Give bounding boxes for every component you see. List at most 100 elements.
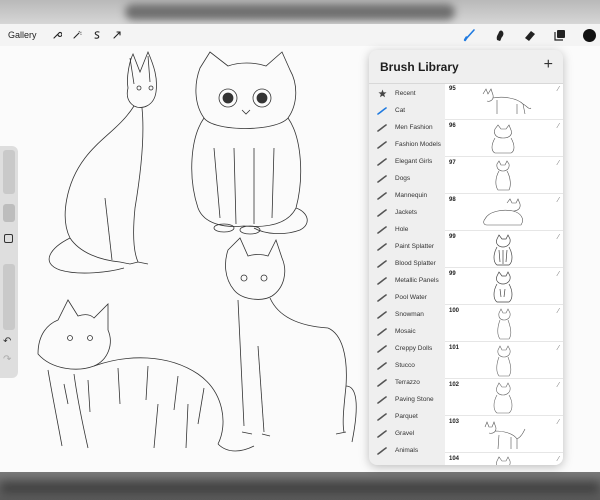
- cat-lying-thumb: [483, 198, 523, 226]
- brush-set-label: Animals: [395, 447, 419, 454]
- brush-icon[interactable]: [461, 26, 479, 44]
- brush-item[interactable]: 96 ⁄: [445, 121, 563, 157]
- opacity-slider[interactable]: [3, 264, 15, 330]
- brush-number: 96: [449, 123, 456, 129]
- undo-icon[interactable]: ↶: [3, 336, 11, 347]
- brush-stroke-icon: ⁄: [557, 308, 559, 315]
- brush-stroke-icon: [377, 140, 387, 150]
- brush-item[interactable]: 103 ⁄: [445, 417, 563, 453]
- brush-set-elegant-girls[interactable]: Elegant Girls: [369, 153, 445, 170]
- brush-stroke-icon: ⁄: [557, 86, 559, 93]
- brush-set-mosaic[interactable]: Mosaic: [369, 323, 445, 340]
- brush-number: 95: [449, 86, 456, 92]
- brush-set-label: Parquet: [395, 413, 418, 420]
- brush-set-jackets[interactable]: Jackets: [369, 204, 445, 221]
- brush-set-cat[interactable]: Cat: [369, 102, 445, 119]
- brush-stroke-icon: [377, 174, 387, 184]
- brush-set-label: Creppy Dolls: [395, 345, 433, 352]
- brush-stroke-icon: [377, 395, 387, 405]
- brush-set-label: Snowman: [395, 311, 424, 318]
- square-icon[interactable]: [4, 234, 13, 243]
- brush-set-label: Paint Splatter: [395, 243, 435, 250]
- brush-stroke-icon: [377, 157, 387, 167]
- brush-set-label: Blood Splatter: [395, 260, 436, 267]
- brush-stroke-icon: ⁄: [557, 345, 559, 352]
- panel-title: Brush Library: [380, 60, 459, 74]
- gallery-button[interactable]: Gallery: [8, 30, 37, 40]
- layers-icon[interactable]: [551, 26, 569, 44]
- brush-set-label: Metallic Panels: [395, 277, 439, 284]
- brush-stroke-icon: [377, 344, 387, 354]
- brush-item[interactable]: 101 ⁄: [445, 343, 563, 379]
- transform-arrow-icon[interactable]: [107, 26, 127, 44]
- brush-set-recent[interactable]: Recent: [369, 85, 445, 102]
- brush-set-label: Recent: [395, 90, 416, 97]
- brush-stroke-icon: ⁄: [557, 271, 559, 278]
- brush-set-gravel[interactable]: Gravel: [369, 425, 445, 442]
- brush-set-parquet[interactable]: Parquet: [369, 408, 445, 425]
- brush-stroke-icon: ⁄: [557, 234, 559, 241]
- brush-sets-list: Recent Cat Men Fashion Fashion Models El…: [369, 84, 445, 465]
- sketch-sitting-cat: [48, 50, 157, 274]
- brush-size-slider[interactable]: [3, 150, 15, 194]
- brush-item[interactable]: 98 ⁄: [445, 195, 563, 231]
- brush-set-terrazzo[interactable]: Terrazzo: [369, 374, 445, 391]
- eraser-icon[interactable]: [521, 26, 539, 44]
- brush-set-label: Fashion Models: [395, 141, 441, 148]
- color-picker-button[interactable]: [583, 28, 596, 42]
- brush-set-dogs[interactable]: Dogs: [369, 170, 445, 187]
- magic-wand-icon[interactable]: [67, 26, 87, 44]
- brush-set-blood-splatter[interactable]: Blood Splatter: [369, 255, 445, 272]
- brush-item[interactable]: 104 ⁄: [445, 454, 563, 465]
- cat-sitting-thumb: [491, 124, 515, 154]
- brush-stroke-icon: [377, 429, 387, 439]
- brush-item[interactable]: 102 ⁄: [445, 380, 563, 416]
- cat-sitting-thumb: [493, 382, 513, 414]
- brush-set-label: Jackets: [395, 209, 418, 216]
- brush-item[interactable]: 99 ⁄: [445, 232, 563, 268]
- brush-stroke-icon: [377, 242, 387, 252]
- brush-stroke-icon: ⁄: [557, 160, 559, 167]
- brush-set-paving-stone[interactable]: Paving Stone: [369, 391, 445, 408]
- brush-set-animals[interactable]: Animals: [369, 442, 445, 459]
- blurred-top-frame: [0, 0, 600, 24]
- brush-set-men-fashion[interactable]: Men Fashion: [369, 119, 445, 136]
- cat-sitting-thumb: [495, 160, 511, 191]
- plus-icon[interactable]: +: [544, 56, 553, 74]
- brush-set-creppy-dolls[interactable]: Creppy Dolls: [369, 340, 445, 357]
- brush-item[interactable]: 99 ⁄: [445, 269, 563, 305]
- star-icon: [377, 89, 387, 99]
- brush-set-pool-water[interactable]: Pool Water: [369, 289, 445, 306]
- brush-item[interactable]: 100 ⁄: [445, 306, 563, 342]
- wrench-icon[interactable]: [47, 26, 67, 44]
- brush-set-fashion-models[interactable]: Fashion Models: [369, 136, 445, 153]
- top-toolbar: Gallery: [0, 24, 600, 46]
- brush-set-paint-splatter[interactable]: Paint Splatter: [369, 238, 445, 255]
- cat-sitting-thumb: [493, 234, 513, 266]
- brush-number: 97: [449, 160, 456, 166]
- brush-set-label: Dogs: [395, 175, 411, 182]
- redo-icon[interactable]: ↷: [3, 354, 11, 365]
- smudge-icon[interactable]: [491, 26, 509, 44]
- brush-set-stucco[interactable]: Stucco: [369, 357, 445, 374]
- brush-set-label: Cat: [395, 107, 406, 114]
- brush-set-label: Pool Water: [395, 294, 427, 301]
- selection-icon[interactable]: [87, 26, 107, 44]
- brush-set-label: Mannequin: [395, 192, 428, 199]
- brush-set-label: Paving Stone: [395, 396, 434, 403]
- brush-stroke-icon: ⁄: [557, 456, 559, 463]
- cat-walking-thumb: [482, 88, 532, 115]
- brush-set-hole[interactable]: Hole: [369, 221, 445, 238]
- brush-item[interactable]: 95 ⁄: [445, 84, 563, 120]
- cat-sitting-thumb: [496, 345, 512, 377]
- brush-stroke-icon: [377, 412, 387, 422]
- brush-set-label: Stucco: [395, 362, 415, 369]
- brush-number: 98: [449, 197, 456, 203]
- cat-sitting-thumb: [497, 308, 512, 340]
- brush-item[interactable]: 97 ⁄: [445, 158, 563, 194]
- brush-set-metallic-panels[interactable]: Metallic Panels: [369, 272, 445, 289]
- brush-set-snowman[interactable]: Snowman: [369, 306, 445, 323]
- brush-set-mannequin[interactable]: Mannequin: [369, 187, 445, 204]
- size-slider-thumb[interactable]: [3, 204, 15, 222]
- brush-library-panel: Brush Library + Recent Cat Men Fashion F…: [369, 50, 563, 465]
